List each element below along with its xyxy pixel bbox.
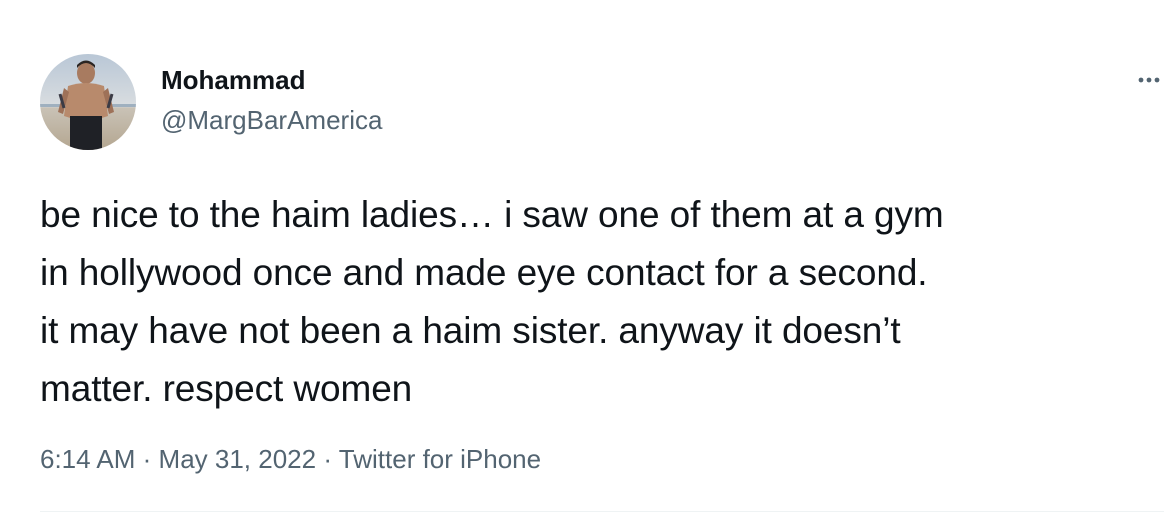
tweet-text-line: in hollywood once and made eye contact f…: [40, 252, 928, 293]
tweet-time[interactable]: 6:14 AM: [40, 444, 135, 474]
tweet-meta: 6:14 AM · May 31, 2022 · Twitter for iPh…: [40, 442, 541, 476]
tweet: Mohammad @MargBarAmerica be nice to the …: [0, 0, 1164, 528]
tweet-text-line: it may have not been a haim sister. anyw…: [40, 310, 901, 351]
tweet-text-line: be nice to the haim ladies… i saw one of…: [40, 194, 944, 235]
avatar[interactable]: [40, 54, 136, 150]
tweet-source[interactable]: Twitter for iPhone: [339, 444, 541, 474]
tweet-text-line: matter. respect women: [40, 368, 413, 409]
more-horizontal-icon[interactable]: [1136, 66, 1164, 94]
tweet-text: be nice to the haim ladies… i saw one of…: [40, 186, 1162, 418]
divider: [40, 511, 1164, 512]
meta-separator: ·: [142, 444, 152, 474]
meta-separator: ·: [323, 444, 333, 474]
author-name[interactable]: Mohammad: [161, 64, 305, 96]
avatar-photo: [40, 54, 136, 150]
tweet-date[interactable]: May 31, 2022: [159, 444, 317, 474]
author-handle[interactable]: @MargBarAmerica: [161, 104, 382, 136]
